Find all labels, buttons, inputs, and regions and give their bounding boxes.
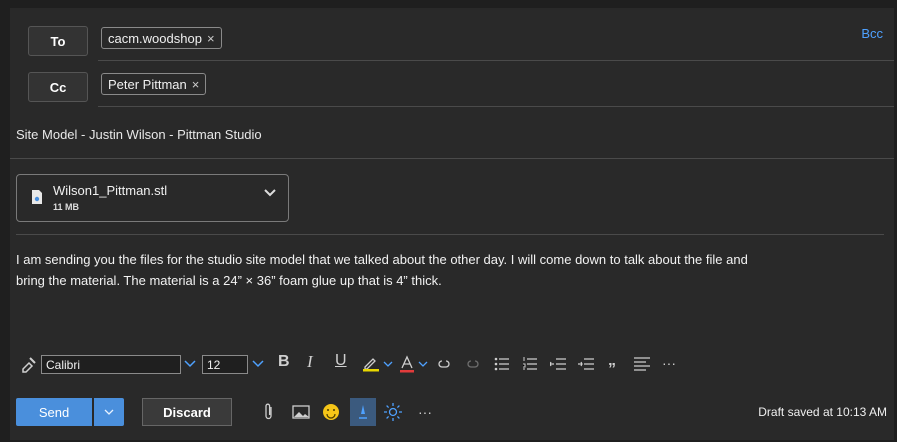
emoji-icon[interactable]	[322, 403, 340, 421]
editor-highlight-button[interactable]	[350, 398, 376, 426]
italic-button[interactable]: I	[307, 352, 313, 372]
sun-icon[interactable]	[384, 403, 402, 421]
discard-button[interactable]: Discard	[142, 398, 232, 426]
body-line: bring the material. The material is a 24…	[16, 273, 442, 288]
more-actions-icon[interactable]: ···	[418, 404, 432, 420]
cc-button[interactable]: Cc	[28, 72, 88, 102]
align-icon[interactable]	[634, 357, 650, 371]
chevron-down-icon	[104, 409, 114, 415]
body-line: I am sending you the files for the studi…	[16, 252, 748, 267]
font-color-icon[interactable]	[399, 355, 415, 373]
chevron-down-icon[interactable]	[252, 360, 264, 368]
image-icon[interactable]	[292, 405, 310, 419]
remove-link-icon	[467, 360, 479, 368]
divider	[16, 234, 884, 235]
chevron-down-icon[interactable]	[383, 361, 393, 367]
remove-recipient-icon[interactable]: ×	[207, 31, 215, 46]
send-button[interactable]: Send	[16, 398, 92, 426]
chevron-down-icon[interactable]	[418, 361, 428, 367]
underline-button[interactable]: U	[335, 352, 347, 370]
recipient-name: Peter Pittman	[108, 76, 187, 92]
numbered-list-icon[interactable]	[522, 357, 538, 371]
font-family-select[interactable]: Calibri	[41, 355, 181, 374]
file-icon	[32, 190, 42, 204]
chevron-down-icon[interactable]	[264, 189, 276, 197]
attachment-card[interactable]: Wilson1_Pittman.stl 11 MB	[16, 174, 289, 222]
link-icon[interactable]	[435, 357, 453, 371]
draft-status: Draft saved at 10:13 AM	[758, 405, 887, 419]
recipient-name: cacm.woodshop	[108, 30, 202, 46]
attachment-name: Wilson1_Pittman.stl	[53, 183, 168, 198]
divider	[10, 158, 894, 159]
send-options-button[interactable]	[94, 398, 124, 426]
attach-icon[interactable]	[264, 403, 274, 421]
cc-label: Cc	[49, 79, 67, 95]
bcc-link[interactable]: Bcc	[861, 26, 883, 41]
decrease-indent-icon[interactable]	[550, 357, 566, 371]
subject-field[interactable]: Site Model - Justin Wilson - Pittman Stu…	[16, 127, 262, 142]
divider	[98, 106, 894, 107]
message-body[interactable]: I am sending you the files for the studi…	[16, 249, 881, 291]
format-painter-icon[interactable]	[20, 355, 38, 373]
attachment-size: 11 MB	[53, 202, 80, 212]
bold-button[interactable]: B	[278, 353, 290, 371]
highlight-icon[interactable]	[362, 356, 380, 372]
to-button[interactable]: To	[28, 26, 88, 56]
quote-icon[interactable]: „	[608, 352, 616, 370]
more-options-icon[interactable]: ···	[662, 355, 676, 371]
to-label: To	[50, 33, 66, 49]
divider	[98, 60, 894, 61]
editor-icon	[359, 405, 367, 419]
cc-recipient-chip[interactable]: Peter Pittman ×	[101, 73, 207, 95]
chevron-down-icon[interactable]	[184, 360, 196, 368]
to-recipient-chip[interactable]: cacm.woodshop ×	[101, 27, 222, 49]
increase-indent-icon[interactable]	[578, 357, 594, 371]
bullet-list-icon[interactable]	[494, 357, 510, 371]
font-size-select[interactable]: 12	[202, 355, 248, 374]
remove-recipient-icon[interactable]: ×	[192, 77, 200, 92]
